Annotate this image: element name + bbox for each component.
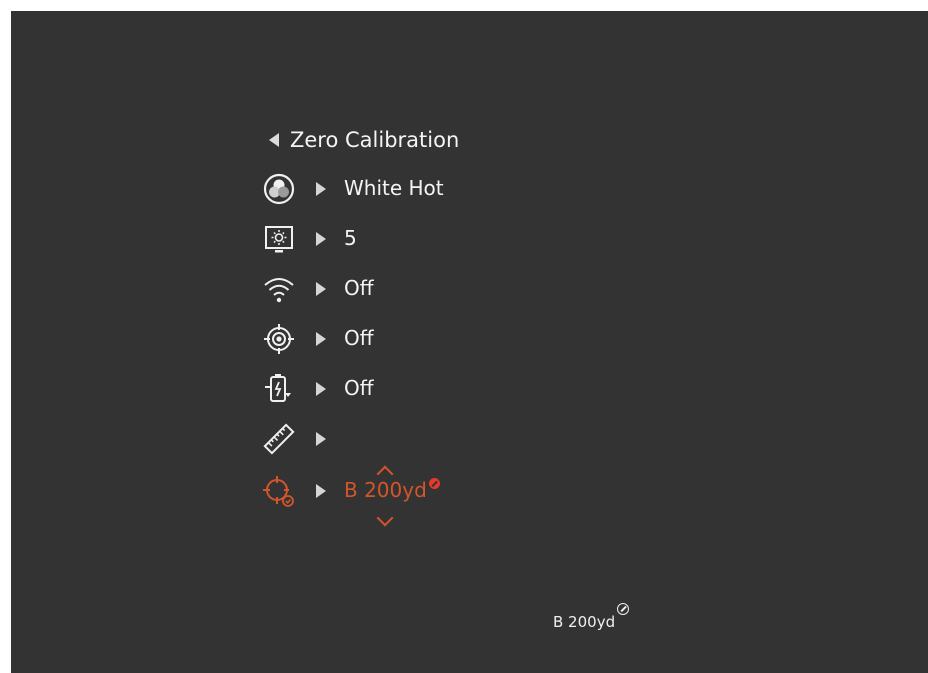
wifi-icon	[264, 278, 294, 303]
menu-row-ruler[interactable]	[261, 419, 541, 459]
reticle-icon	[264, 324, 294, 354]
palette-value: White Hot	[344, 176, 444, 200]
device-screen: Zero Calibration White Hot 5 Off Off Off…	[11, 11, 928, 673]
wifi-value: Off	[344, 276, 374, 300]
value-down-chevron-icon[interactable]	[376, 509, 394, 527]
menu-row-zero-profile[interactable]: B 200yd	[261, 471, 541, 511]
expand-arrow-icon	[316, 332, 326, 346]
edit-badge-icon	[617, 603, 630, 615]
menu-header[interactable]: Zero Calibration	[269, 123, 459, 157]
ruler-icon	[263, 423, 295, 455]
expand-arrow-icon	[316, 484, 326, 498]
expand-arrow-icon	[316, 382, 326, 396]
battery-value: Off	[344, 376, 374, 400]
expand-arrow-icon	[316, 282, 326, 296]
back-arrow-icon[interactable]	[269, 133, 279, 147]
palette-icon	[263, 173, 295, 205]
menu-title: Zero Calibration	[290, 128, 460, 152]
edit-badge-icon	[428, 478, 440, 490]
zero-target-icon	[263, 476, 294, 507]
menu-row-palette[interactable]: White Hot	[261, 169, 541, 209]
expand-arrow-icon	[316, 232, 326, 246]
menu-row-brightness[interactable]: 5	[261, 219, 541, 259]
menu-row-wifi[interactable]: Off	[261, 269, 541, 309]
reticle-value: Off	[344, 326, 374, 350]
battery-swap-icon	[265, 374, 291, 402]
menu-row-reticle[interactable]: Off	[261, 319, 541, 359]
menu-row-battery[interactable]: Off	[261, 369, 541, 409]
expand-arrow-icon	[316, 182, 326, 196]
expand-arrow-icon	[316, 432, 326, 446]
active-profile-status: B 200yd	[553, 603, 630, 631]
brightness-icon	[265, 226, 293, 253]
zero-profile-value: B 200yd	[344, 478, 440, 502]
active-profile-label: B 200yd	[553, 613, 616, 631]
brightness-value: 5	[344, 226, 357, 250]
